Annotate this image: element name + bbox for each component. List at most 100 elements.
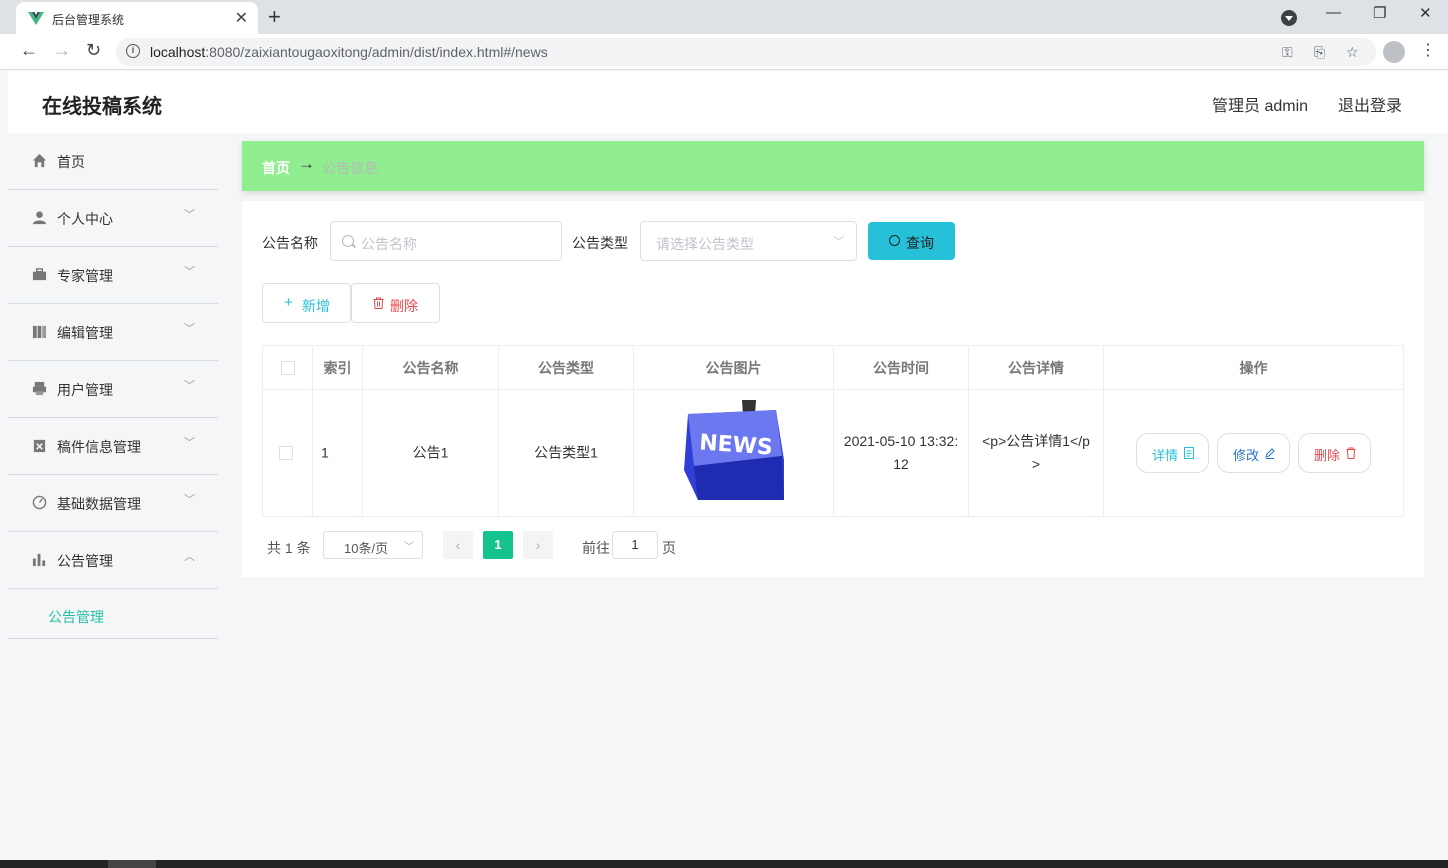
table-cell-index: 1 — [313, 390, 363, 516]
svg-text:NEWS: NEWS — [698, 430, 773, 460]
detail-button[interactable]: 详情 — [1136, 433, 1209, 473]
address-bar[interactable]: i localhost:8080/zaixiantougaoxitong/adm… — [116, 38, 1376, 66]
column-header: 操作 — [1104, 346, 1403, 390]
delete-button[interactable]: 删除 — [1298, 433, 1371, 473]
row-checkbox[interactable] — [279, 446, 293, 460]
chevron-down-icon: ﹀ — [833, 236, 844, 248]
edit-button[interactable]: 修改 — [1217, 433, 1290, 473]
browser-menu-icon[interactable]: ⋮ — [1420, 40, 1436, 60]
page-size-value: 10条/页 — [344, 541, 389, 556]
os-taskbar — [0, 860, 1448, 868]
table-cell-type: 公告类型1 — [499, 390, 634, 516]
chevron-down-icon: ﹀ — [184, 380, 195, 392]
sidebar-item-label: 专家管理 — [57, 268, 113, 284]
type-select-placeholder: 请选择公告类型 — [656, 236, 754, 252]
table-cell-image: NEWS — [634, 390, 834, 516]
key-icon[interactable]: ⚿ — [1282, 44, 1293, 61]
row-name: 公告1 — [412, 444, 449, 461]
plus-icon: + — [284, 294, 293, 311]
goto-label: 前往 — [582, 540, 610, 556]
row-time: 2021-05-10 13:32:12 — [843, 433, 959, 472]
sidebar: 首页 个人中心 ﹀ 专家管理 ﹀ 编辑管理 ﹀ 用户管理 ﹀ 稿件信息管理 ﹀ … — [8, 133, 218, 860]
query-button[interactable]: 查询 — [868, 222, 955, 260]
current-user: 管理员 admin — [1212, 98, 1309, 115]
edit-button-label: 修改 — [1233, 448, 1260, 463]
type-select[interactable]: 请选择公告类型 ﹀ — [640, 221, 857, 261]
breadcrumb-current: 公告信息 — [322, 160, 378, 176]
breadcrumb-home[interactable]: 首页 — [262, 158, 290, 178]
profile-avatar-icon[interactable] — [1383, 41, 1405, 63]
select-all-checkbox[interactable] — [281, 361, 295, 375]
content-panel: 公告名称 公告名称 公告类型 请选择公告类型 ﹀ 查询 + 新增 删除 索引 公… — [242, 201, 1424, 577]
main-content: 首页 → 公告信息 公告名称 公告名称 公告类型 请选择公告类型 ﹀ 查询 + … — [218, 133, 1448, 860]
clipboard-icon — [33, 439, 46, 453]
sidebar-item-base-data[interactable]: 基础数据管理 ﹀ — [8, 475, 218, 532]
sidebar-item-home[interactable]: 首页 — [8, 133, 218, 190]
sidebar-item-users[interactable]: 用户管理 ﹀ — [8, 361, 218, 418]
search-icon — [889, 235, 900, 246]
restore-icon[interactable]: ❐ — [1373, 4, 1386, 22]
site-info-icon[interactable]: i — [126, 44, 140, 58]
bookmark-star-icon[interactable]: ☆ — [1346, 44, 1359, 61]
url-text: localhost:8080/zaixiantougaoxitong/admin… — [150, 44, 548, 60]
window-close-icon[interactable]: ✕ — [1419, 4, 1432, 22]
tab-close-icon[interactable]: ✕ — [235, 8, 248, 28]
browser-tab[interactable]: 后台管理系统 ✕ — [16, 2, 258, 34]
breadcrumb-arrow-icon: → — [298, 154, 315, 173]
pagination: 共 1 条 10条/页 ﹀ ‹ 1 › 前往 1 页 — [262, 531, 862, 561]
sidebar-item-label: 编辑管理 — [57, 325, 113, 341]
detail-button-label: 详情 — [1152, 448, 1179, 463]
translate-icon[interactable]: ⎘ — [1314, 44, 1325, 61]
sidebar-item-announcements[interactable]: 公告管理 ︿ — [8, 532, 218, 589]
sidebar-submenu: 公告管理 — [8, 589, 218, 639]
page-size-select[interactable]: 10条/页 ﹀ — [323, 531, 423, 559]
printer-icon — [32, 381, 47, 396]
sidebar-subitem-announcements[interactable]: 公告管理 — [48, 607, 104, 627]
batch-delete-button[interactable]: 删除 — [351, 283, 440, 323]
forward-icon[interactable]: → — [53, 40, 71, 61]
column-header: 公告详情 — [969, 346, 1104, 390]
app-header: 在线投稿系统 管理员 admin 退出登录 — [8, 71, 1448, 133]
taskbar-item[interactable] — [108, 860, 156, 868]
table-cell-detail: <p>公告详情1</p> — [969, 390, 1104, 516]
column-header: 公告类型 — [499, 346, 634, 390]
tab-search-icon[interactable] — [1281, 10, 1297, 26]
tab-title: 后台管理系统 — [52, 13, 125, 27]
sidebar-item-manuscripts[interactable]: 稿件信息管理 ﹀ — [8, 418, 218, 475]
goto-page-input[interactable]: 1 — [612, 531, 658, 559]
chevron-down-icon: ﹀ — [184, 323, 195, 335]
trash-icon — [1346, 447, 1356, 459]
user-icon — [32, 211, 47, 225]
breadcrumb: 首页 → 公告信息 — [242, 141, 1424, 191]
next-page-icon[interactable]: › — [523, 531, 553, 559]
add-button-label: 新增 — [302, 298, 330, 314]
back-icon[interactable]: ← — [20, 40, 38, 61]
trash-icon — [373, 297, 384, 309]
add-button[interactable]: + 新增 — [262, 283, 351, 323]
sidebar-item-experts[interactable]: 专家管理 ﹀ — [8, 247, 218, 304]
page-number-current[interactable]: 1 — [483, 531, 513, 559]
browser-toolbar: ← → ↻ i localhost:8080/zaixiantougaoxito… — [0, 34, 1448, 70]
sidebar-item-editors[interactable]: 编辑管理 ﹀ — [8, 304, 218, 361]
sidebar-item-label: 首页 — [57, 154, 85, 170]
query-button-label: 查询 — [906, 235, 934, 251]
briefcase-icon — [32, 268, 47, 281]
reload-icon[interactable]: ↻ — [86, 40, 101, 61]
new-tab-icon[interactable]: + — [268, 4, 281, 30]
sidebar-item-profile[interactable]: 个人中心 ﹀ — [8, 190, 218, 247]
column-header: 索引 — [313, 346, 363, 390]
logout-link[interactable]: 退出登录 — [1338, 92, 1402, 116]
sidebar-item-label: 用户管理 — [57, 382, 113, 398]
prev-page-icon[interactable]: ‹ — [443, 531, 473, 559]
table-cell-time: 2021-05-10 13:32:12 — [834, 390, 969, 516]
chevron-down-icon: ﹀ — [184, 209, 195, 221]
sidebar-item-label: 稿件信息管理 — [57, 439, 141, 455]
chevron-up-icon: ︿ — [184, 551, 195, 563]
row-index: 1 — [321, 444, 329, 461]
minimize-icon[interactable]: — — [1326, 4, 1341, 21]
total-count: 共 1 条 — [267, 540, 311, 556]
chevron-down-icon: ﹀ — [404, 542, 414, 553]
name-search-input[interactable]: 公告名称 — [330, 221, 562, 261]
chevron-down-icon: ﹀ — [184, 437, 195, 449]
column-header: 公告名称 — [363, 346, 499, 390]
